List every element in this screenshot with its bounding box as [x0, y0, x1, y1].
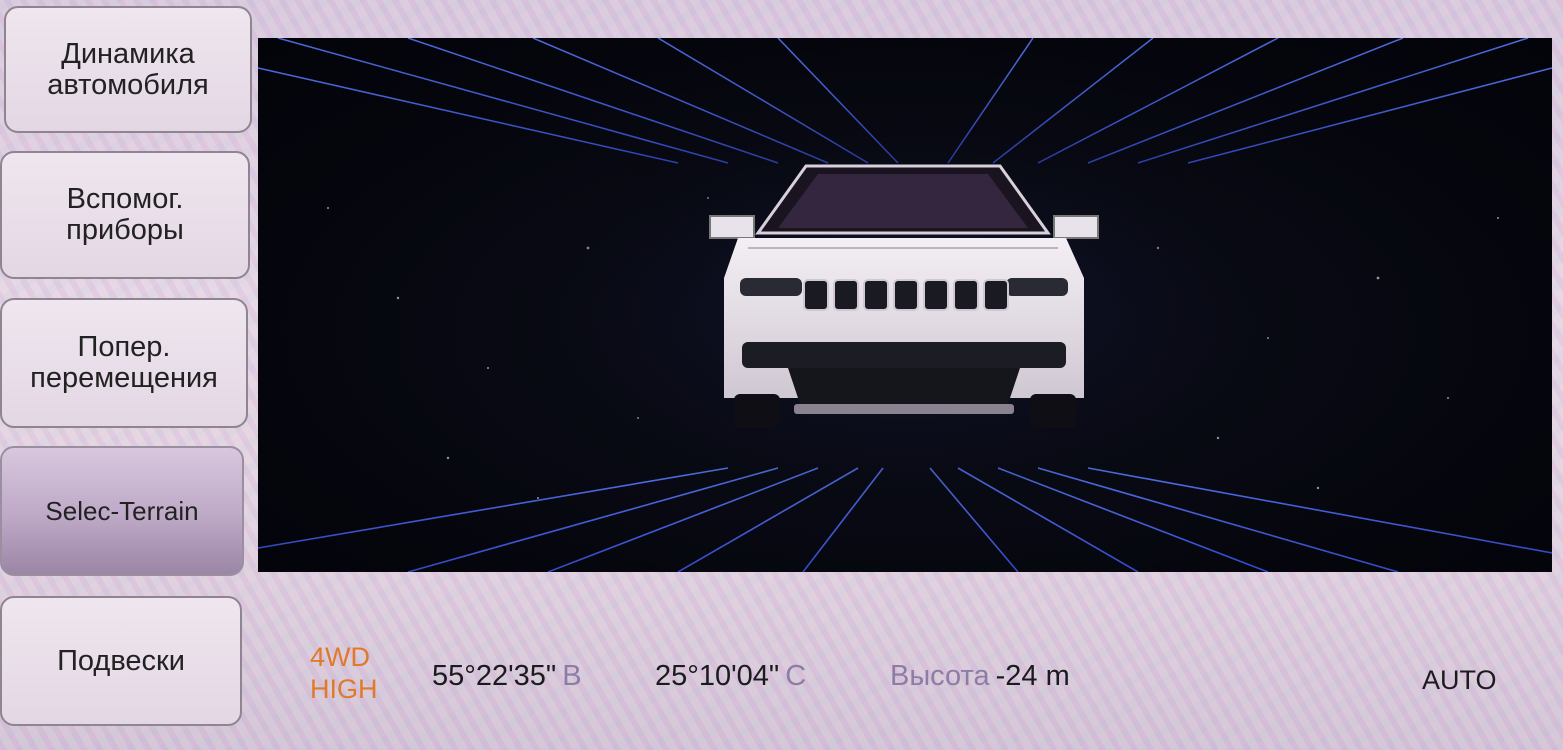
- altitude-readout: Высота -24 m: [890, 660, 1070, 693]
- sidebar-item-aux-gauges[interactable]: Вспомог. приборы: [0, 151, 250, 279]
- sidebar-item-vehicle-dynamics[interactable]: Динамика автомобиля: [4, 6, 252, 133]
- sidebar-item-label: Попер. перемещения: [30, 331, 218, 394]
- sidebar-item-label: Вспомог. приборы: [66, 183, 184, 246]
- longitude-readout: 25°10'04" С: [655, 660, 806, 693]
- drive-mode-indicator: 4WD HIGH: [310, 642, 378, 704]
- latitude-value: 55°22'35": [432, 660, 557, 692]
- latitude-direction: В: [562, 660, 582, 692]
- sidebar-item-label: Динамика автомобиля: [47, 37, 209, 101]
- neon-grid-scene: [258, 38, 1552, 572]
- sidebar-item-lateral-movement[interactable]: Попер. перемещения: [0, 298, 248, 428]
- altitude-label: Высота: [890, 660, 990, 692]
- sidebar-item-label: Selec-Terrain: [45, 495, 199, 526]
- vehicle-visualization: [258, 38, 1552, 572]
- sidebar-item-selec-terrain[interactable]: Selec-Terrain: [0, 446, 244, 576]
- altitude-value: -24 m: [995, 660, 1070, 692]
- longitude-direction: С: [785, 660, 807, 692]
- latitude-readout: 55°22'35" В: [432, 660, 582, 693]
- longitude-value: 25°10'04": [655, 660, 780, 692]
- auto-mode-indicator[interactable]: AUTO: [1422, 665, 1497, 696]
